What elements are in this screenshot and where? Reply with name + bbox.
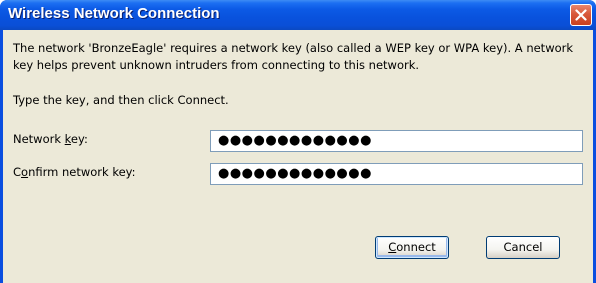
confirm-key-input[interactable]: ●●●●●●●●●●●●● [210,163,583,185]
network-key-label-pre: Network [13,132,65,146]
confirm-key-label: Confirm network key: [13,165,136,179]
network-key-input[interactable]: ●●●●●●●●●●●●● [210,130,583,152]
connect-button[interactable]: Connect [375,236,449,259]
dialog-window: Wireless Network Connection The network … [0,0,596,283]
connect-button-label: onnect [396,240,436,254]
close-icon [575,9,587,21]
description-text: The network 'BronzeEagle' requires a net… [13,41,574,72]
title-bar[interactable]: Wireless Network Connection [0,0,596,30]
window-title: Wireless Network Connection [8,5,220,22]
confirm-key-label-post: nfirm network key: [28,165,136,179]
confirm-key-value: ●●●●●●●●●●●●● [218,166,372,181]
confirm-key-label-pre: C [13,165,22,179]
network-key-value: ●●●●●●●●●●●●● [218,133,372,148]
network-key-label-post: ey: [70,132,88,146]
instruction-text: Type the key, and then click Connect. [13,93,229,107]
cancel-button[interactable]: Cancel [486,236,560,259]
network-key-label: Network key: [13,132,88,146]
close-button[interactable] [570,4,592,26]
